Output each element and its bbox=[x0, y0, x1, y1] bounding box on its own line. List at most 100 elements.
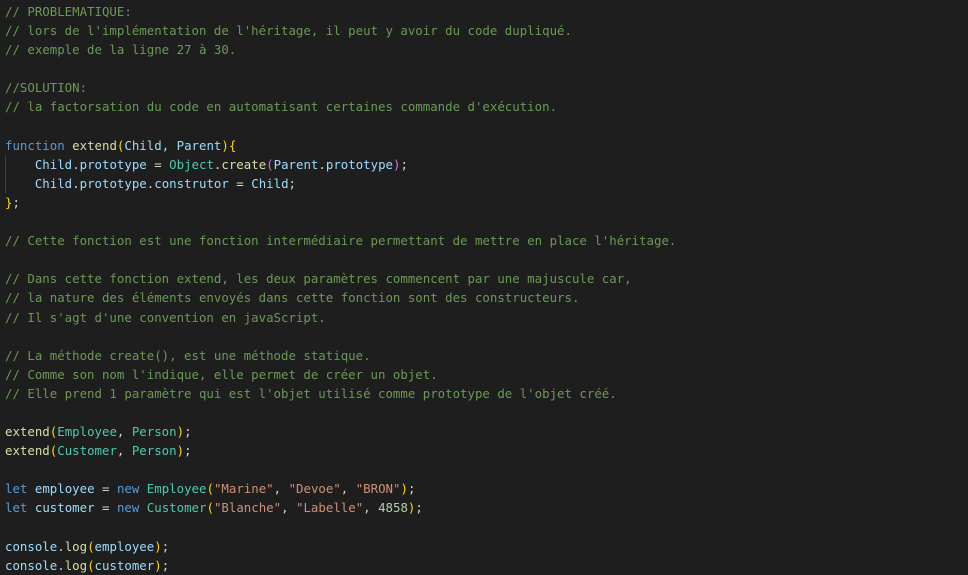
code-line[interactable]: extend(Customer, Person); bbox=[5, 441, 676, 460]
code-token-punct: , bbox=[273, 481, 289, 497]
code-token-func: extend bbox=[5, 424, 50, 440]
code-token-comment: //SOLUTION: bbox=[5, 80, 88, 96]
code-token-punct: , bbox=[363, 500, 379, 516]
code-line[interactable]: // Comme son nom l'indique, elle permet … bbox=[5, 365, 676, 384]
code-line[interactable]: // la factorsation du code en automatisa… bbox=[5, 97, 676, 116]
code-token-ident: console bbox=[5, 557, 58, 573]
code-line[interactable] bbox=[5, 212, 676, 231]
code-line[interactable]: // Dans cette fonction extend, les deux … bbox=[5, 269, 676, 288]
code-token-param: Child bbox=[124, 137, 162, 153]
code-token-indent bbox=[5, 157, 35, 172]
code-token-prop: construtor bbox=[154, 175, 229, 191]
code-line[interactable] bbox=[5, 327, 676, 346]
code-content[interactable]: // PROBLEMATIQUE: // lors de l'implémenta… bbox=[5, 2, 676, 575]
code-line[interactable]: //SOLUTION: bbox=[5, 78, 676, 97]
code-line[interactable]: // la nature des éléments envoyés dans c… bbox=[5, 288, 676, 307]
code-token-string: "Devoe" bbox=[288, 481, 341, 497]
code-token-comment: // lors de l'implémentation de l'héritag… bbox=[5, 23, 572, 39]
code-token-punct: . bbox=[57, 538, 65, 554]
code-line[interactable] bbox=[5, 403, 676, 422]
code-line[interactable]: // Elle prend 1 paramètre qui est l'obje… bbox=[5, 384, 676, 403]
code-line[interactable]: // Cette fonction est une fonction inter… bbox=[5, 231, 676, 250]
code-token-comment: // Elle prend 1 paramètre qui est l'obje… bbox=[5, 385, 617, 401]
code-token-param: Child bbox=[251, 175, 289, 191]
code-token-punct: . bbox=[318, 156, 326, 172]
code-token-keyword: let bbox=[5, 500, 28, 516]
code-line[interactable] bbox=[5, 250, 676, 269]
code-line[interactable] bbox=[5, 460, 676, 479]
code-line[interactable]: // La méthode create(), est une méthode … bbox=[5, 346, 676, 365]
code-token-comment: // Dans cette fonction extend, les deux … bbox=[5, 271, 632, 287]
code-line[interactable]: console.log(employee); bbox=[5, 537, 676, 556]
code-token-punct: . bbox=[72, 175, 80, 191]
code-token-comment: // Il s'agt d'une convention en javaScri… bbox=[5, 309, 326, 325]
code-token-punct: , bbox=[116, 424, 132, 440]
code-line[interactable] bbox=[5, 117, 676, 136]
code-token-class: Customer bbox=[57, 443, 117, 459]
code-token-bracket1: ) bbox=[176, 443, 185, 459]
code-token-comment: // la factorsation du code en automatisa… bbox=[5, 99, 558, 115]
code-token-comment: // La méthode create(), est une méthode … bbox=[5, 347, 371, 363]
code-token-class: Customer bbox=[146, 500, 207, 516]
code-token-bracket1: ) bbox=[154, 538, 162, 554]
code-token-bracket1: ( bbox=[206, 500, 214, 516]
code-token-param: Parent bbox=[273, 156, 319, 172]
code-token-punct bbox=[139, 500, 146, 515]
code-token-keyword: let bbox=[5, 481, 28, 497]
code-line[interactable]: // lors de l'implémentation de l'héritag… bbox=[5, 21, 676, 40]
code-line[interactable]: // exemple de la ligne 27 à 30. bbox=[5, 40, 676, 59]
code-token-ident: console bbox=[5, 538, 58, 554]
code-line[interactable]: Child.prototype = Object.create(Parent.p… bbox=[5, 154, 676, 174]
code-line[interactable]: // PROBLEMATIQUE: bbox=[5, 2, 676, 21]
code-token-class: Person bbox=[131, 424, 177, 440]
code-token-indent bbox=[5, 176, 35, 191]
code-token-bracket2: ( bbox=[266, 156, 274, 172]
code-token-string: "Blanche" bbox=[213, 500, 282, 516]
code-line[interactable]: extend(Employee, Person); bbox=[5, 422, 676, 441]
code-token-bracket1: ) bbox=[154, 557, 162, 573]
code-token-param: Child bbox=[34, 175, 73, 191]
code-token-bracket1: ( bbox=[87, 557, 95, 573]
code-line[interactable] bbox=[5, 518, 676, 537]
code-token-bracket1: { bbox=[228, 137, 237, 153]
code-line[interactable]: Child.prototype.construtor = Child; bbox=[5, 173, 676, 193]
code-token-punct: . bbox=[57, 557, 65, 573]
code-line[interactable]: // Il s'agt d'une convention en javaScri… bbox=[5, 308, 676, 327]
code-token-punct: ; bbox=[400, 156, 408, 172]
code-token-comment: // exemple de la ligne 27 à 30. bbox=[5, 42, 237, 58]
code-token-punct bbox=[27, 481, 34, 496]
code-line[interactable]: function extend(Child, Parent){ bbox=[5, 136, 676, 155]
code-line[interactable]: console.log(customer); bbox=[5, 556, 676, 575]
code-token-func: log bbox=[64, 557, 88, 573]
code-token-ident: customer bbox=[34, 500, 95, 516]
code-line[interactable]: let customer = new Customer("Blanche", "… bbox=[5, 498, 676, 517]
code-line[interactable]: }; bbox=[5, 193, 676, 212]
code-token-string: "Marine" bbox=[213, 481, 274, 497]
code-token-comment: // la nature des éléments envoyés dans c… bbox=[5, 290, 580, 306]
code-token-prop: prototype bbox=[325, 156, 393, 172]
code-token-punct: ; bbox=[184, 424, 192, 440]
code-token-punct: ; bbox=[407, 481, 416, 497]
code-token-prop: prototype bbox=[79, 156, 147, 172]
code-token-comment: // Comme son nom l'indique, elle permet … bbox=[5, 366, 438, 382]
code-token-bracket1: ) bbox=[221, 137, 229, 153]
code-token-ident: employee bbox=[34, 481, 95, 497]
code-token-punct: , bbox=[340, 481, 356, 497]
code-token-class: Person bbox=[131, 443, 177, 459]
code-token-ident: customer bbox=[94, 557, 155, 573]
code-token-punct: ; bbox=[415, 500, 423, 516]
code-token-string: "Labelle" bbox=[296, 500, 364, 516]
code-token-func: extend bbox=[72, 137, 117, 153]
code-token-punct: = bbox=[146, 156, 170, 172]
code-token-punct: ; bbox=[184, 443, 192, 459]
code-line[interactable] bbox=[5, 59, 676, 78]
code-token-param: Parent bbox=[176, 137, 222, 153]
code-token-class: Employee bbox=[146, 481, 207, 497]
code-token-class: Object bbox=[169, 156, 214, 172]
code-token-punct: = bbox=[94, 481, 117, 497]
code-line[interactable]: let employee = new Employee("Marine", "D… bbox=[5, 479, 676, 498]
code-token-punct: ; bbox=[288, 175, 297, 191]
code-editor[interactable]: // PROBLEMATIQUE: // lors de l'implémenta… bbox=[0, 0, 968, 575]
code-token-string: "BRON" bbox=[355, 481, 401, 497]
code-token-func: log bbox=[64, 538, 88, 554]
